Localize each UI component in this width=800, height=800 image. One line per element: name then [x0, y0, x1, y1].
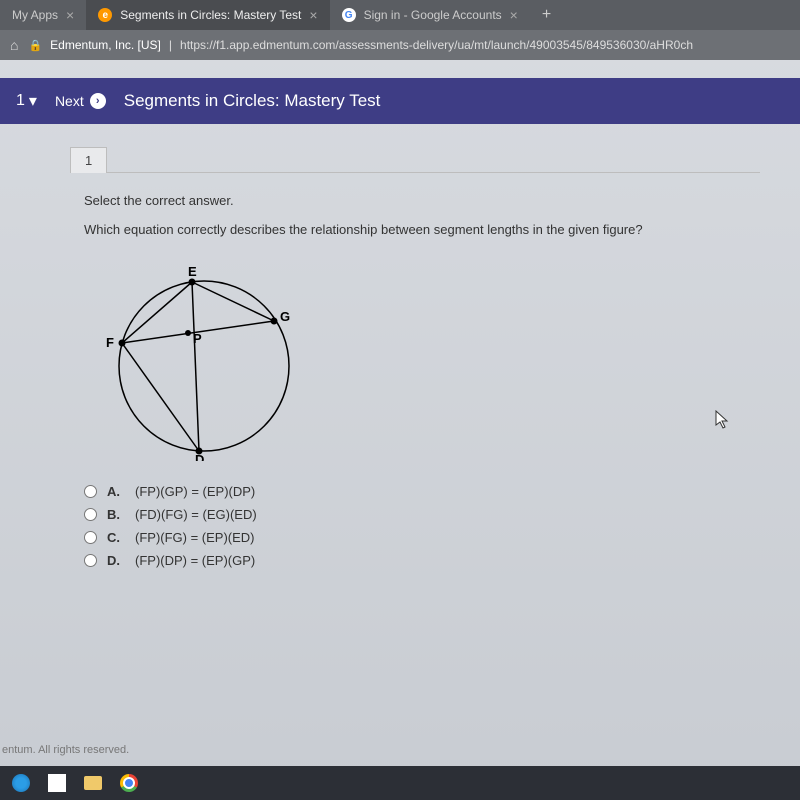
content-area: 1 Select the correct answer. Which equat… [0, 124, 800, 596]
question-stem: Which equation correctly describes the r… [84, 222, 746, 237]
edmentum-favicon: e [98, 8, 112, 22]
answer-options: A. (FP)(GP) = (EP)(DP) B. (FD)(FG) = (EG… [84, 484, 746, 568]
radio-A[interactable] [84, 485, 97, 498]
question-number-tab[interactable]: 1 [70, 147, 107, 173]
label-E: E [188, 264, 197, 279]
home-icon[interactable]: ⌂ [10, 37, 18, 53]
address-url: https://f1.app.edmentum.com/assessments-… [180, 38, 693, 52]
circle-figure: E G F D P [84, 251, 746, 464]
option-text: (FP)(GP) = (EP)(DP) [135, 484, 255, 499]
taskbar [0, 766, 800, 800]
address-domain: Edmentum, Inc. [US] [50, 38, 161, 52]
lock-icon: 🔒 [28, 39, 42, 52]
close-icon[interactable]: × [510, 7, 518, 23]
option-text: (FP)(FG) = (EP)(ED) [135, 530, 255, 545]
close-icon[interactable]: × [309, 7, 317, 23]
tab-segments[interactable]: e Segments in Circles: Mastery Test × [86, 0, 329, 30]
address-sep: | [169, 38, 172, 52]
next-label: Next [55, 93, 84, 109]
app-header: 1 ▾ Next › Segments in Circles: Mastery … [0, 78, 800, 124]
option-text: (FD)(FG) = (EG)(ED) [135, 507, 257, 522]
tab-my-apps[interactable]: My Apps × [0, 0, 86, 30]
new-tab-button[interactable]: + [530, 0, 563, 30]
option-letter: D. [107, 553, 125, 568]
option-A[interactable]: A. (FP)(GP) = (EP)(DP) [84, 484, 746, 499]
segment-EG [192, 282, 274, 321]
cursor-icon [715, 410, 731, 435]
page-title: Segments in Circles: Mastery Test [124, 91, 381, 111]
option-letter: A. [107, 484, 125, 499]
tab-label: Sign in - Google Accounts [364, 8, 502, 22]
tab-row: My Apps × e Segments in Circles: Mastery… [0, 0, 800, 30]
segment-FD [122, 343, 199, 451]
radio-B[interactable] [84, 508, 97, 521]
tab-label: My Apps [12, 8, 58, 22]
taskbar-chrome-icon[interactable] [118, 772, 140, 794]
label-D: D [195, 452, 204, 461]
next-button[interactable]: Next › [55, 93, 106, 109]
chord-ED [192, 282, 199, 451]
browser-chrome: My Apps × e Segments in Circles: Mastery… [0, 0, 800, 60]
google-favicon: G [342, 8, 356, 22]
tab-label: Segments in Circles: Mastery Test [120, 8, 301, 22]
footer-text: entum. All rights reserved. [0, 744, 129, 756]
circle-outline [119, 281, 289, 451]
counter-number: 1 [16, 92, 25, 110]
tab-google-signin[interactable]: G Sign in - Google Accounts × [330, 0, 530, 30]
label-F: F [106, 335, 114, 350]
option-text: (FP)(DP) = (EP)(GP) [135, 553, 255, 568]
option-D[interactable]: D. (FP)(DP) = (EP)(GP) [84, 553, 746, 568]
question-body: Select the correct answer. Which equatio… [70, 172, 760, 596]
taskbar-edge-icon[interactable] [10, 772, 32, 794]
radio-C[interactable] [84, 531, 97, 544]
label-G: G [280, 309, 290, 324]
address-bar[interactable]: 🔒 Edmentum, Inc. [US] | https://f1.app.e… [28, 38, 790, 52]
arrow-right-icon: › [90, 93, 106, 109]
question-counter[interactable]: 1 ▾ [16, 91, 37, 111]
taskbar-folder-icon[interactable] [82, 772, 104, 794]
chevron-down-icon: ▾ [29, 91, 37, 111]
figure-svg: E G F D P [84, 251, 314, 461]
option-B[interactable]: B. (FD)(FG) = (EG)(ED) [84, 507, 746, 522]
option-letter: B. [107, 507, 125, 522]
close-icon[interactable]: × [66, 7, 74, 23]
option-C[interactable]: C. (FP)(FG) = (EP)(ED) [84, 530, 746, 545]
taskbar-store-icon[interactable] [46, 772, 68, 794]
instruction-text: Select the correct answer. [84, 193, 746, 208]
option-letter: C. [107, 530, 125, 545]
address-row: ⌂ 🔒 Edmentum, Inc. [US] | https://f1.app… [0, 30, 800, 60]
radio-D[interactable] [84, 554, 97, 567]
